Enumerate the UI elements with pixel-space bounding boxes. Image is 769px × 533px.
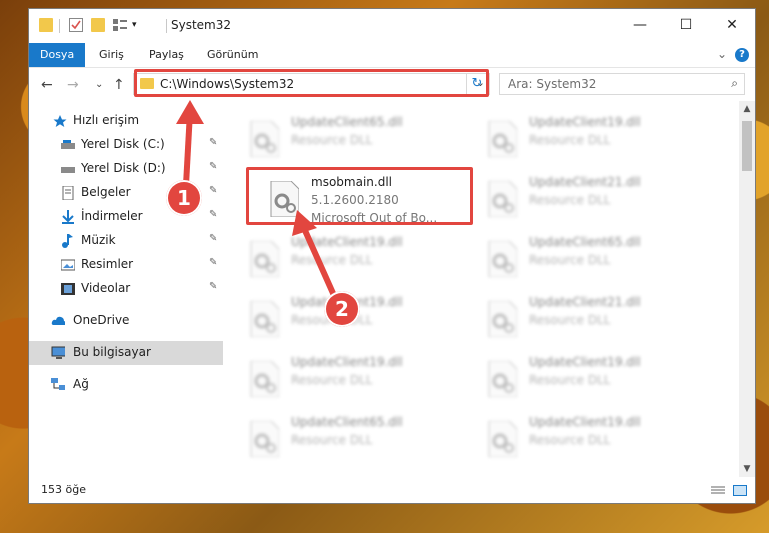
step-badge-1: 1 [166,180,202,216]
annotation-arrows [176,100,339,303]
step-badge-2: 2 [324,291,360,327]
